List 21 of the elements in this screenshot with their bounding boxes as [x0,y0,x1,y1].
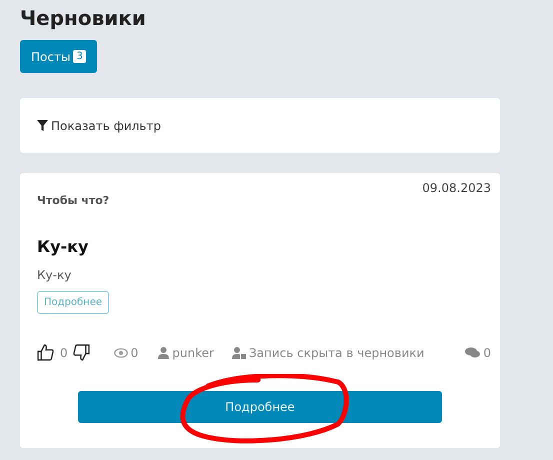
show-filter-link[interactable]: Показать фильтр [37,118,161,132]
posts-tab[interactable]: Посты 3 [20,40,97,73]
page-title: Черновики [20,5,147,32]
post-text: Ку-ку [37,268,72,282]
filter-icon [37,120,48,131]
post-title: Ку-ку [37,237,90,256]
user-icon [158,346,170,358]
comments-icon [465,346,480,358]
user-lock-icon [232,346,246,358]
views-count: 0 [130,346,138,360]
thumbs-down-icon[interactable] [72,344,90,361]
read-more-button[interactable]: Подробнее [78,391,442,423]
eye-icon [114,348,128,358]
draft-status: Запись скрыта в черновики [248,346,424,360]
post-date: 09.08.2023 [422,181,491,195]
thumbs-up-icon[interactable] [37,344,54,361]
post-subtitle: Чтобы что? [37,194,110,207]
likes-count: 0 [60,346,68,360]
comments-count: 0 [483,346,491,360]
author-name[interactable]: punker [172,346,214,360]
more-button[interactable]: Подробнее [37,291,110,314]
